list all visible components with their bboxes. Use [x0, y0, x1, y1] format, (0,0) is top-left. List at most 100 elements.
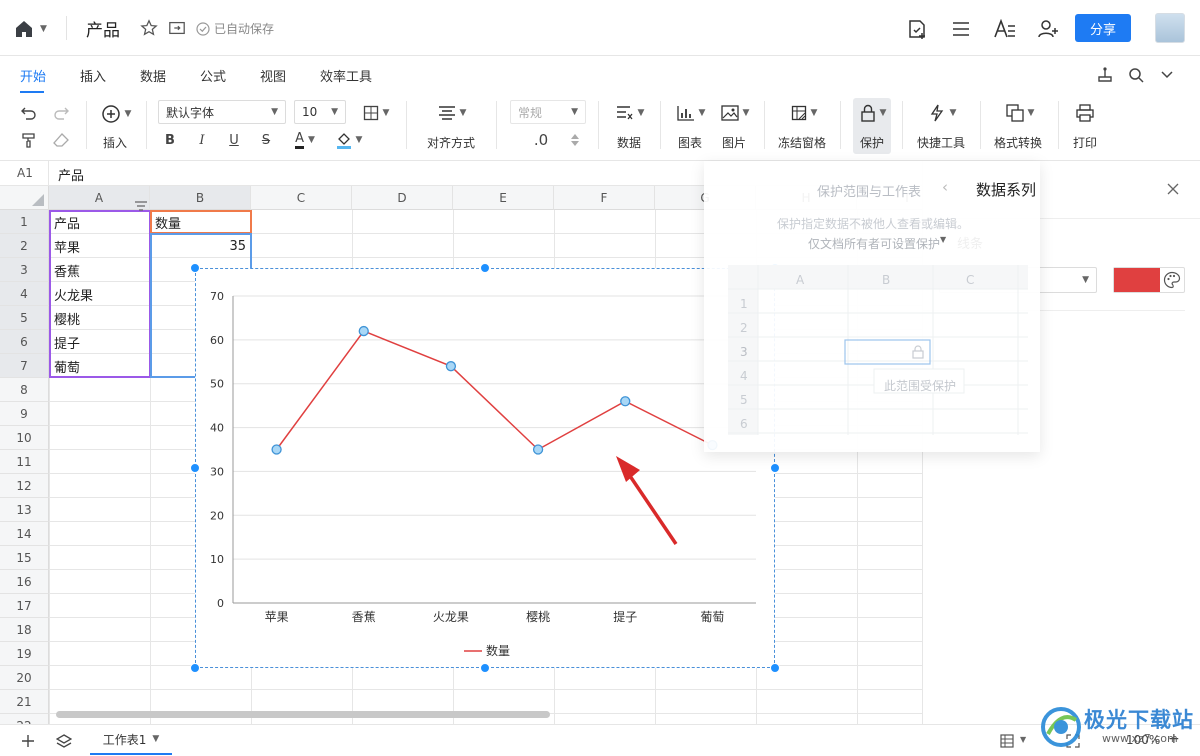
font-size-select[interactable]: 10 ▼	[294, 100, 346, 124]
document-add-icon[interactable]	[904, 16, 930, 42]
chevron-down-icon: ▼	[879, 108, 887, 118]
font-family-select[interactable]: 默认字体 ▼	[158, 100, 286, 124]
picture-button[interactable]: ▼	[718, 102, 752, 124]
preview-row-6: 6	[740, 417, 748, 431]
data-label: 数据	[617, 136, 642, 150]
border-button[interactable]: ▼	[358, 102, 394, 124]
toolbar-divider	[902, 101, 903, 149]
view-mode-icon[interactable]	[998, 732, 1016, 750]
data-button[interactable]: ▼	[612, 102, 648, 124]
toolbar-divider	[764, 101, 765, 149]
freeze-icon	[791, 105, 806, 121]
series-line	[275, 330, 713, 451]
chevron-down-icon: ▼	[810, 108, 818, 118]
chevron-down-icon: ▼	[331, 107, 338, 117]
chevron-down-icon: ▼	[1027, 108, 1035, 118]
site-watermark: 极光下载站 www.xz7.com	[1040, 700, 1196, 754]
tab-efficiency-tools[interactable]: 效率工具	[320, 66, 372, 85]
tab-home[interactable]: 开始	[20, 66, 46, 85]
horizontal-scrollbar[interactable]	[56, 711, 550, 718]
paint-bucket-icon	[336, 133, 351, 149]
font-color-button[interactable]: A ▼	[288, 129, 322, 151]
number-format-select[interactable]: 常规 ▼	[510, 100, 586, 124]
tab-data[interactable]: 数据	[140, 66, 166, 85]
lightning-icon	[930, 104, 943, 122]
align-button[interactable]: ▼	[434, 102, 470, 124]
spreadsheet-app: ▼ 产品 已自动保存 分享 开始 插入 数据 公式 视图 效率工具 ▼ 插入 默…	[0, 0, 1200, 756]
toolbar-divider	[1058, 101, 1059, 149]
move-to-folder-icon[interactable]	[166, 17, 188, 39]
line-color-picker[interactable]	[1113, 267, 1185, 293]
protect-button[interactable]: ▼	[856, 102, 890, 124]
fill-color-button[interactable]: ▼	[332, 129, 366, 151]
avatar[interactable]	[1155, 13, 1185, 43]
format-painter-icon[interactable]	[18, 130, 40, 150]
share-button[interactable]: 分享	[1075, 14, 1131, 42]
back-icon[interactable]: ‹	[942, 178, 948, 196]
number-format-value: 常规	[518, 105, 543, 120]
filter-icon[interactable]	[135, 200, 147, 211]
brush-icon[interactable]	[1094, 64, 1116, 86]
plus-circle-icon	[101, 105, 120, 123]
quick-tools-button[interactable]: ▼	[924, 102, 960, 124]
preview-row-1: 1	[740, 297, 748, 311]
tab-formula[interactable]: 公式	[200, 66, 226, 85]
resize-handle[interactable]	[770, 463, 780, 473]
formula-input[interactable]: 产品	[58, 165, 84, 184]
redo-icon[interactable]	[50, 103, 72, 123]
add-user-icon[interactable]	[1035, 16, 1061, 42]
add-sheet-icon[interactable]	[18, 731, 38, 751]
bold-button[interactable]: B	[160, 129, 180, 151]
chart-button[interactable]: ▼	[674, 102, 708, 124]
tab-insert[interactable]: 插入	[80, 66, 106, 85]
resize-handle[interactable]	[770, 663, 780, 673]
sheet-tab[interactable]: 工作表1 ▼	[90, 725, 172, 755]
undo-icon[interactable]	[18, 103, 40, 123]
resize-handle[interactable]	[190, 263, 200, 273]
range-highlight-categories	[49, 210, 151, 378]
quick-tools-label: 快捷工具	[917, 136, 966, 150]
home-menu[interactable]: ▼	[14, 18, 54, 40]
data-point	[358, 325, 369, 337]
insert-button[interactable]: ▼	[98, 103, 134, 125]
resize-handle[interactable]	[480, 263, 490, 273]
underline-button[interactable]: U	[224, 129, 244, 151]
x-tick-label: 苹果	[265, 610, 289, 624]
collapse-toolbar-icon[interactable]	[1156, 64, 1178, 86]
toolbar-divider	[406, 101, 407, 149]
italic-button[interactable]: I	[192, 129, 212, 151]
watermark-logo-icon	[1041, 707, 1081, 747]
cell-reference[interactable]: A1	[17, 166, 33, 180]
y-tick-label: 10	[210, 553, 224, 566]
decimal-places[interactable]: .0	[528, 129, 554, 151]
resize-handle[interactable]	[190, 463, 200, 473]
chevron-down-icon: ▼	[152, 734, 160, 744]
bar-chart-icon	[676, 106, 694, 121]
search-icon[interactable]	[1125, 64, 1147, 86]
range-highlight-series-name	[150, 210, 252, 234]
y-tick-label: 40	[210, 422, 224, 435]
star-icon[interactable]	[138, 17, 160, 39]
decimal-stepper[interactable]	[568, 129, 582, 151]
freeze-panes-button[interactable]: ▼	[786, 102, 822, 124]
align-center-icon	[438, 106, 455, 120]
toolbar-divider	[980, 101, 981, 149]
tab-view[interactable]: 视图	[260, 66, 286, 85]
preview-col-b: B	[882, 273, 891, 287]
menu-icon[interactable]	[948, 16, 974, 42]
autosave-status: 已自动保存	[196, 20, 274, 37]
data-point	[620, 396, 631, 407]
resize-handle[interactable]	[190, 663, 200, 673]
format-convert-button[interactable]: ▼	[1002, 102, 1038, 124]
strikethrough-button[interactable]: S	[256, 129, 276, 151]
close-icon[interactable]	[1163, 179, 1183, 199]
text-format-icon[interactable]	[991, 16, 1019, 42]
print-button[interactable]	[1074, 102, 1096, 124]
data-point	[271, 444, 282, 455]
eraser-icon[interactable]	[50, 130, 72, 150]
y-tick-label: 20	[210, 509, 224, 522]
sheet-list-icon[interactable]	[54, 731, 74, 751]
resize-handle[interactable]	[480, 663, 490, 673]
document-title[interactable]: 产品	[86, 16, 120, 41]
toolbar-divider	[660, 101, 661, 149]
